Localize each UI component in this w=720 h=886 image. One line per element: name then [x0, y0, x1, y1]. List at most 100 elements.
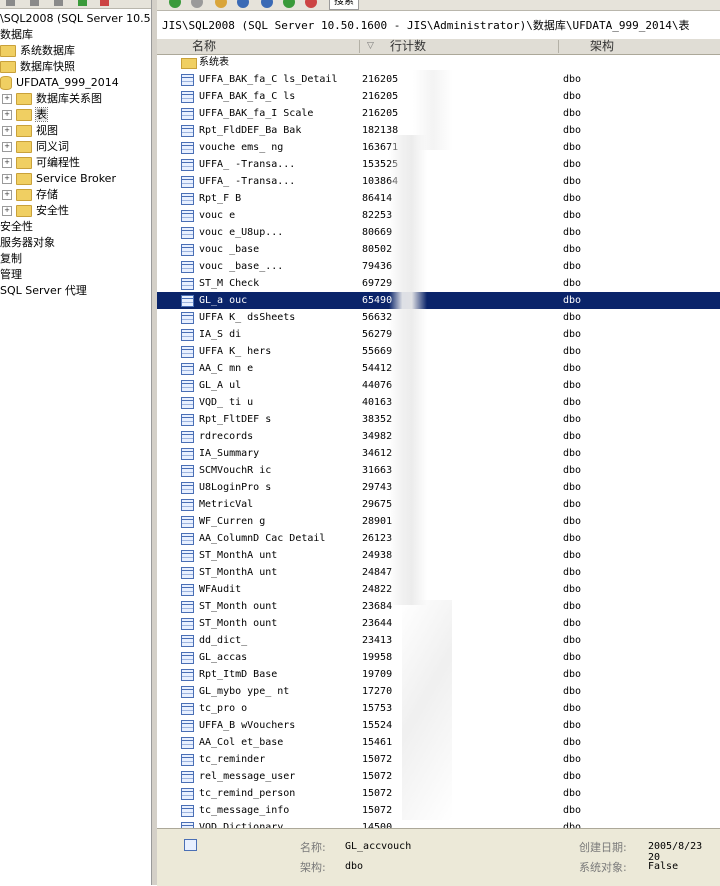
row-count: 29743 [362, 482, 393, 493]
tree-node[interactable]: + Service Broker [2, 171, 116, 187]
table-row[interactable]: U8LoginPro s 29743 dbo [157, 479, 720, 496]
tree-node[interactable]: UFDATA_999_2014 [0, 75, 119, 91]
table-icon [181, 567, 194, 579]
schema-name: dbo [563, 193, 582, 204]
expand-icon[interactable]: + [2, 174, 12, 184]
schema-name: dbo [563, 431, 582, 442]
expand-icon[interactable]: + [2, 126, 12, 136]
table-row[interactable]: ST_M Check 69729 dbo [157, 275, 720, 292]
table-row[interactable]: WF_Curren g 28901 dbo [157, 513, 720, 530]
row-count: 80669 [362, 227, 393, 238]
column-divider[interactable] [359, 40, 360, 53]
table-row[interactable]: rdrecords 34982 dbo [157, 428, 720, 445]
back-icon[interactable] [169, 0, 181, 8]
expand-icon[interactable]: + [2, 206, 12, 216]
stop-icon[interactable] [54, 0, 63, 6]
table-row[interactable]: WFAudit 24822 dbo [157, 581, 720, 598]
tree-node-label: 数据库快照 [20, 60, 75, 73]
forward-icon[interactable] [191, 0, 203, 8]
table-row[interactable]: VQD_ ti u 40163 dbo [157, 394, 720, 411]
expand-icon[interactable]: + [2, 158, 12, 168]
table-row[interactable]: Rpt_F B 86414 dbo [157, 190, 720, 207]
disconnect-icon[interactable] [30, 0, 39, 6]
table-row[interactable]: Rpt_FltDEF s 38352 dbo [157, 411, 720, 428]
table-row[interactable]: ST_MonthA unt 24847 dbo [157, 564, 720, 581]
table-row[interactable]: UFFA_ -Transa... 153525 dbo [157, 156, 720, 173]
expand-icon[interactable]: + [2, 94, 12, 104]
table-row[interactable]: MetricVal 29675 dbo [157, 496, 720, 513]
tree-node[interactable]: + 可编程性 [2, 155, 80, 171]
tree-node[interactable]: 数据库快照 [0, 59, 75, 75]
column-header-count[interactable]: 行计数 [390, 39, 426, 54]
tree-node[interactable]: \SQL2008 (SQL Server 10.50 [0, 11, 151, 27]
table-row[interactable]: GL_a ouc 65490 dbo [157, 292, 720, 309]
table-row[interactable]: vouc e 82253 dbo [157, 207, 720, 224]
filter-icon[interactable] [100, 0, 109, 6]
tree-node[interactable]: + 同义词 [2, 139, 69, 155]
table-row[interactable]: vouc _base 80502 dbo [157, 241, 720, 258]
table-row[interactable]: vouc _base_... 79436 dbo [157, 258, 720, 275]
table-icon [181, 771, 194, 783]
table-row[interactable]: IA_Summary 34612 dbo [157, 445, 720, 462]
tree-node[interactable]: + 数据库关系图 [2, 91, 102, 107]
tree-node[interactable]: + 表 [2, 107, 48, 123]
table-name: vouc e_U8up... [199, 227, 284, 238]
table-name: tc_reminder [199, 754, 266, 765]
expand-icon[interactable]: + [2, 110, 12, 120]
table-name: Rpt_F B [199, 193, 242, 204]
table-name: IA_Summary [199, 448, 260, 459]
up-icon[interactable] [237, 0, 249, 8]
delete-icon[interactable] [305, 0, 317, 8]
schema-name: dbo [563, 771, 582, 782]
column-header-name[interactable]: 名称 [192, 39, 216, 54]
table-row[interactable]: AA_ColumnD Cac Detail 26123 dbo [157, 530, 720, 547]
tree-node[interactable]: 复制 [0, 251, 22, 267]
connect-icon[interactable] [6, 0, 15, 6]
column-divider[interactable] [558, 40, 559, 53]
created-label: 创建日期: [579, 841, 627, 854]
table-icon [181, 431, 194, 443]
table-icon [181, 584, 194, 596]
column-header-schema[interactable]: 架构 [590, 39, 614, 54]
tree-node[interactable]: + 视图 [2, 123, 58, 139]
table-row[interactable]: IA_S di 56279 dbo [157, 326, 720, 343]
schema-name: dbo [563, 822, 582, 828]
table-row[interactable]: UFFA_ -Transa... 103864 dbo [157, 173, 720, 190]
tree-node[interactable]: 服务器对象 [0, 235, 55, 251]
filter-icon[interactable] [261, 0, 273, 8]
table-row[interactable]: SCMVouchR ic 31663 dbo [157, 462, 720, 479]
table-icon [181, 754, 194, 766]
sync-icon[interactable] [215, 0, 227, 8]
refresh-icon[interactable] [78, 0, 87, 6]
refresh-icon[interactable] [283, 0, 295, 8]
table-row[interactable]: vouc e_U8up... 80669 dbo [157, 224, 720, 241]
row-count: 24822 [362, 584, 393, 595]
folder-icon [181, 58, 197, 69]
folder-icon [16, 189, 32, 201]
tree-node[interactable]: 安全性 [0, 219, 33, 235]
tree-node[interactable]: 系统数据库 [0, 43, 75, 59]
tree-node[interactable]: 管理 [0, 267, 22, 283]
table-row[interactable]: ST_MonthA unt 24938 dbo [157, 547, 720, 564]
tree-node[interactable]: + 安全性 [2, 203, 69, 219]
table-row[interactable]: AA_C mn e 54412 dbo [157, 360, 720, 377]
tree-node-label: 存储 [36, 188, 58, 201]
folder-row[interactable]: 系统表 [157, 54, 720, 71]
table-row[interactable]: UFFA K_ hers 55669 dbo [157, 343, 720, 360]
table-icon [181, 703, 194, 715]
search-tab[interactable]: 搜索 [329, 0, 359, 10]
table-icon [181, 448, 194, 460]
table-row[interactable]: VQD_Dictionary 14500 dbo [157, 819, 720, 828]
expand-icon[interactable]: + [2, 142, 12, 152]
row-count: 54412 [362, 363, 393, 374]
privacy-mask [413, 70, 453, 150]
tree-node[interactable]: 数据库 [0, 27, 33, 43]
table-row[interactable]: GL_A ul 44076 dbo [157, 377, 720, 394]
expand-icon[interactable]: + [2, 190, 12, 200]
schema-name: dbo [563, 652, 582, 663]
schema-name: dbo [563, 414, 582, 425]
table-row[interactable]: UFFA K_ dsSheets 56632 dbo [157, 309, 720, 326]
table-name: ST_MonthA unt [199, 550, 278, 561]
tree-node[interactable]: + 存储 [2, 187, 58, 203]
tree-node[interactable]: SQL Server 代理 [0, 283, 87, 299]
